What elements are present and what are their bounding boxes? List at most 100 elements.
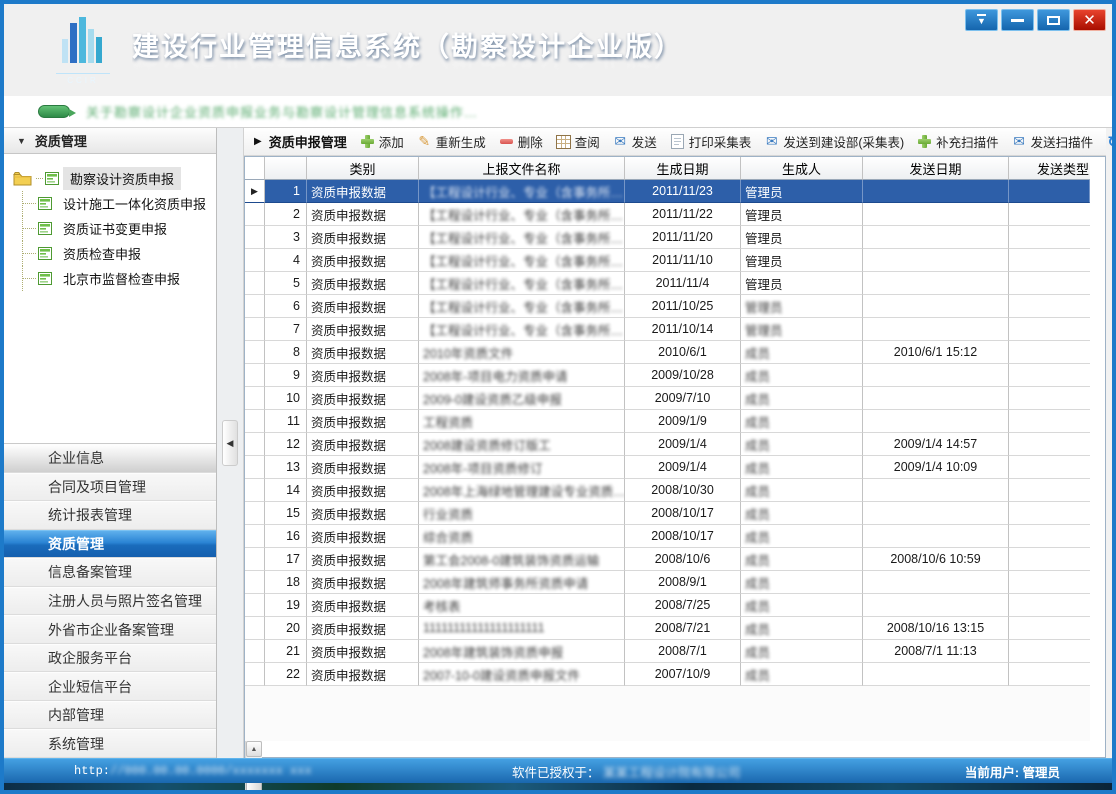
- row-indicator-cell: [245, 640, 265, 663]
- tree-item-label[interactable]: 设计施工一体化资质申报: [56, 192, 213, 215]
- toolbar-button-add[interactable]: 添加: [360, 132, 404, 151]
- table-row[interactable]: 19资质申报数据考核表2008/7/25成员: [245, 594, 1090, 617]
- table-row[interactable]: 20资质申报数据111111111111111111112008/7/21成员2…: [245, 617, 1090, 640]
- cell-send-type: [1009, 364, 1090, 387]
- toolbar-button-view[interactable]: 查阅: [556, 132, 600, 151]
- sidebar-menu-item[interactable]: 企业短信平台: [4, 672, 216, 701]
- column-header-who[interactable]: 生成人: [741, 157, 863, 180]
- table-row[interactable]: 12资质申报数据2008建设资质修订版工2009/1/4成员2009/1/4 1…: [245, 433, 1090, 456]
- notice-text[interactable]: 关于勘察设计企业资质申报业务与勘察设计管理信息系统操作…: [86, 102, 478, 121]
- rollup-button[interactable]: ▼: [965, 9, 998, 31]
- cell-created-date: 2008/9/1: [625, 571, 741, 594]
- column-header-cat[interactable]: 类别: [307, 157, 419, 180]
- table-row[interactable]: 15资质申报数据行业资质2008/10/17成员: [245, 502, 1090, 525]
- cell-category: 资质申报数据: [307, 640, 419, 663]
- panel-splitter[interactable]: ◀: [217, 128, 244, 758]
- toolbar-button-send-to-ministry[interactable]: ✉发送到建设部(采集表): [764, 132, 904, 151]
- column-header-sent[interactable]: 发送日期: [863, 157, 1009, 180]
- row-indicator-cell: [245, 456, 265, 479]
- cell-creator: 管理员: [741, 295, 863, 318]
- table-row[interactable]: 7资质申报数据【工程设计行业、专业（含事务所…2011/10/14管理员: [245, 318, 1090, 341]
- sidebar-panel-header[interactable]: ▼ 资质管理: [4, 128, 216, 154]
- plus-icon: [917, 134, 932, 149]
- table-row[interactable]: 8资质申报数据2010年资质文件2010/6/1成员2010/6/1 15:12: [245, 341, 1090, 364]
- toolbar-button-print-form[interactable]: 打印采集表: [670, 132, 752, 151]
- sidebar-menu-item[interactable]: 信息备案管理: [4, 558, 216, 587]
- refresh-icon: ↻: [1106, 134, 1116, 149]
- table-row[interactable]: 6资质申报数据【工程设计行业、专业（含事务所…2011/10/25管理员: [245, 295, 1090, 318]
- toolbar-button-refresh[interactable]: ↻刷新: [1106, 132, 1116, 151]
- table-row[interactable]: 2资质申报数据【工程设计行业、专业（含事务所…2011/11/22管理员: [245, 203, 1090, 226]
- table-row[interactable]: 18资质申报数据2008年建筑师事务所资质申请2008/9/1成员: [245, 571, 1090, 594]
- table-row[interactable]: 13资质申报数据2008年-项目资质修订2009/1/4成员2009/1/4 1…: [245, 456, 1090, 479]
- column-header-date[interactable]: 生成日期: [625, 157, 741, 180]
- tree-item-label[interactable]: 资质检查申报: [56, 242, 148, 265]
- status-url-rest: //000.00.00.0000/xxxxxxx xxx: [110, 764, 312, 778]
- cell-send-type: [1009, 387, 1090, 410]
- tree-item: 设计施工一体化资质申报: [4, 191, 216, 216]
- row-indicator-cell: [245, 387, 265, 410]
- print-icon: [670, 134, 685, 149]
- table-row[interactable]: 17资质申报数据第工会2008-0建筑装饰资质运输2008/10/6成员2008…: [245, 548, 1090, 571]
- sidebar-menu-item[interactable]: 企业信息: [4, 444, 216, 473]
- cell-rownum: 15: [265, 502, 307, 525]
- status-license-value: 某某工程设计院有限公司: [603, 766, 741, 780]
- cell-send-type: [1009, 571, 1090, 594]
- maximize-icon: [1047, 16, 1060, 25]
- table-row[interactable]: 4资质申报数据【工程设计行业、专业（含事务所…2011/11/10管理员: [245, 249, 1090, 272]
- chevron-down-icon: ▼: [17, 136, 26, 146]
- cell-send-type: [1009, 548, 1090, 571]
- table-row[interactable]: 3资质申报数据【工程设计行业、专业（含事务所…2011/11/20管理员: [245, 226, 1090, 249]
- sidebar-menu-item[interactable]: 资质管理: [4, 530, 216, 559]
- logo-text: CCIR: [56, 73, 110, 85]
- tree-item-label[interactable]: 资质证书变更申报: [56, 217, 174, 240]
- sidebar-menu-item[interactable]: 系统管理: [4, 729, 216, 758]
- row-indicator-cell: [245, 318, 265, 341]
- toolbar-button-supplement-scan[interactable]: 补充扫描件: [917, 132, 999, 151]
- sidebar-menu-item[interactable]: 政企服务平台: [4, 644, 216, 673]
- sidebar-menu-item[interactable]: 统计报表管理: [4, 501, 216, 530]
- toolbar-button-label: 发送扫描件: [1031, 132, 1094, 151]
- column-header-typ[interactable]: 发送类型: [1009, 157, 1090, 180]
- table-row[interactable]: 10资质申报数据2009-0建设资质乙级申报2009/7/10成员: [245, 387, 1090, 410]
- sidebar-menu-item[interactable]: 合同及项目管理: [4, 473, 216, 502]
- cell-category: 资质申报数据: [307, 295, 419, 318]
- cell-creator: 成员: [741, 433, 863, 456]
- window-controls: ▼ ✕: [965, 9, 1106, 31]
- page-title-reflection: 建设行业管理信息系统（勘察设计企业版）: [132, 56, 683, 76]
- table-row[interactable]: 21资质申报数据2008年建筑装饰资质申报2008/7/1成员2008/7/1 …: [245, 640, 1090, 663]
- scroll-up-button[interactable]: ▲: [246, 741, 262, 757]
- close-button[interactable]: ✕: [1073, 9, 1106, 31]
- tree-item-label[interactable]: 勘察设计资质申报: [63, 167, 181, 190]
- cell-send-type: [1009, 203, 1090, 226]
- sidebar-menu-item[interactable]: 注册人员与照片签名管理: [4, 587, 216, 616]
- cell-send-type: [1009, 226, 1090, 249]
- table-row[interactable]: ▶1资质申报数据【工程设计行业、专业（含事务所…2011/11/23管理员: [245, 180, 1090, 203]
- column-header-file[interactable]: 上报文件名称: [419, 157, 625, 180]
- collapse-handle[interactable]: ◀: [222, 420, 238, 466]
- status-current-user: 当前用户: 管理员: [965, 762, 1060, 781]
- table-row[interactable]: 14资质申报数据2008年上海绿地管理建设专业资质…2008/10/30成员: [245, 479, 1090, 502]
- toolbar-button-send[interactable]: ✉发送: [613, 132, 657, 151]
- sidebar-menu-item[interactable]: 内部管理: [4, 701, 216, 730]
- sidebar-menu-item[interactable]: 外省市企业备案管理: [4, 615, 216, 644]
- tree-item-label[interactable]: 北京市监督检查申报: [56, 267, 187, 290]
- table-row[interactable]: 9资质申报数据2008年-项目电力资质申请2009/10/28成员: [245, 364, 1090, 387]
- toolbar-button-regenerate[interactable]: ✎重新生成: [417, 132, 486, 151]
- toolbar-button-label: 删除: [518, 132, 543, 151]
- minimize-button[interactable]: [1001, 9, 1034, 31]
- cell-sent-date: [863, 318, 1009, 341]
- table-row[interactable]: 11资质申报数据工程资质2009/1/9成员: [245, 410, 1090, 433]
- toolbar-button-delete[interactable]: 删除: [499, 132, 543, 151]
- cell-filename: 【工程设计行业、专业（含事务所…: [419, 203, 625, 226]
- toolbar-button-send-scan[interactable]: ✉发送扫描件: [1012, 132, 1094, 151]
- table-row[interactable]: 22资质申报数据2007-10-0建设资质申报文件2007/10/9成员: [245, 663, 1090, 686]
- cell-created-date: 2011/11/23: [625, 180, 741, 203]
- maximize-button[interactable]: [1037, 9, 1070, 31]
- table-row[interactable]: 5资质申报数据【工程设计行业、专业（含事务所…2011/11/4管理员: [245, 272, 1090, 295]
- cell-creator: 管理员: [741, 272, 863, 295]
- table-row[interactable]: 16资质申报数据综合资质2008/10/17成员: [245, 525, 1090, 548]
- cell-creator: 成员: [741, 502, 863, 525]
- cell-rownum: 4: [265, 249, 307, 272]
- cell-rownum: 22: [265, 663, 307, 686]
